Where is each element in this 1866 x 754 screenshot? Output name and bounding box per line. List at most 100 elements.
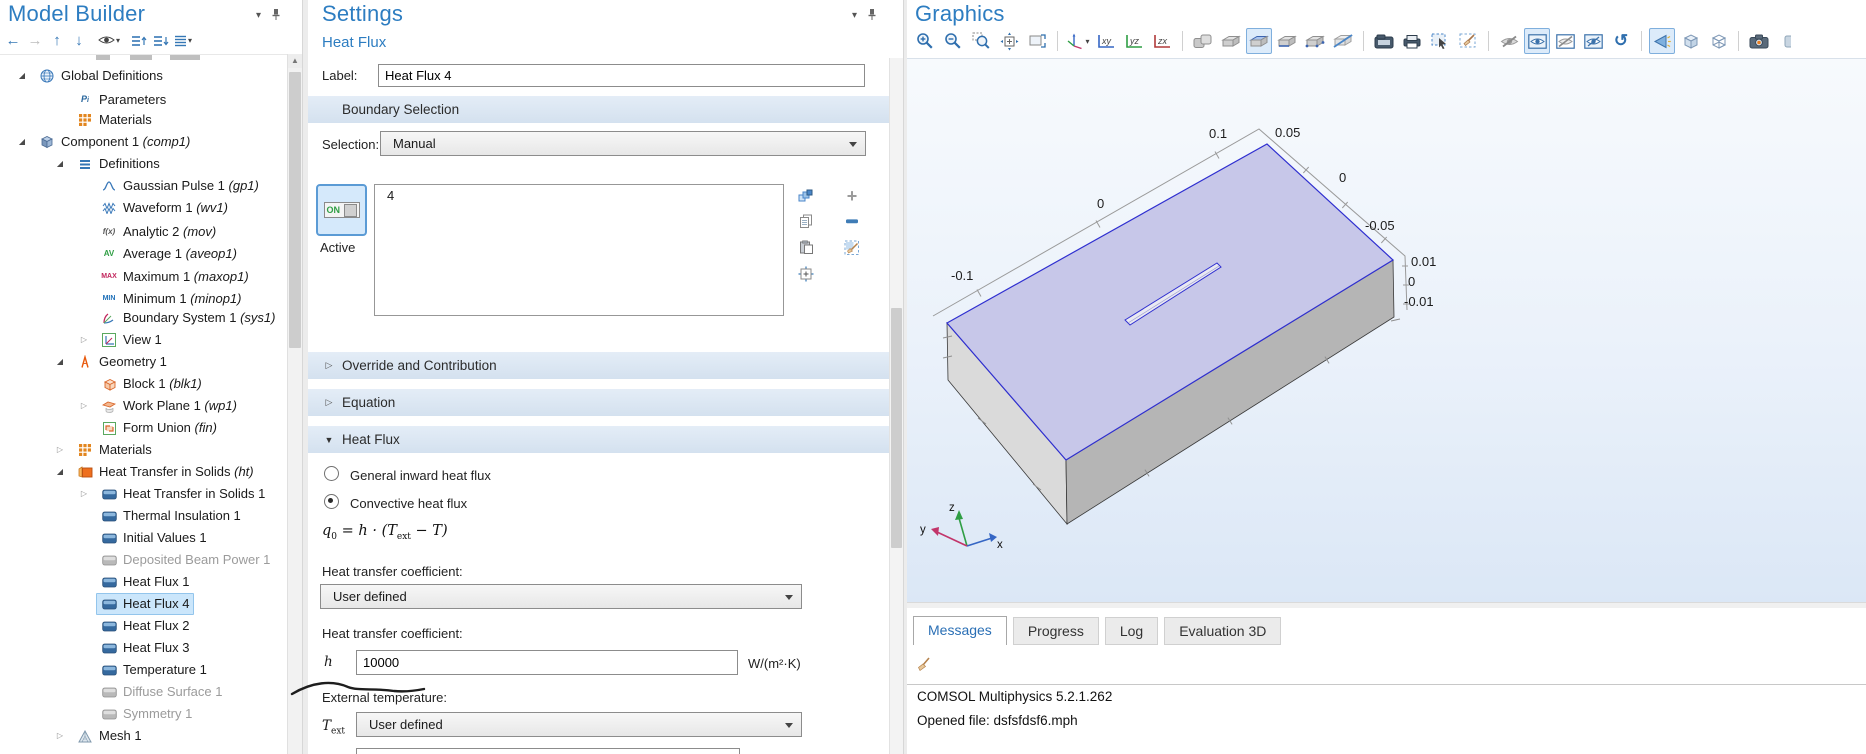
add-to-selection-button[interactable]: + bbox=[842, 186, 862, 205]
tree-node-definitions[interactable]: ◢Definitions bbox=[0, 153, 288, 175]
wireframe-button[interactable] bbox=[1705, 28, 1731, 54]
tree-node-component-1[interactable]: ◢Component 1 (comp1) bbox=[0, 131, 288, 153]
label-input[interactable] bbox=[378, 64, 865, 87]
select-objects-button[interactable] bbox=[1190, 28, 1216, 54]
tree-node-maximum-1[interactable]: MAXMaximum 1 (maxop1) bbox=[0, 263, 288, 285]
expander-open-icon[interactable]: ◢ bbox=[16, 131, 28, 153]
go-to-yz-view-button[interactable]: yz bbox=[1121, 28, 1147, 54]
print-button[interactable] bbox=[1399, 28, 1425, 54]
go-to-default-view-button[interactable] bbox=[1024, 28, 1050, 54]
transparency-button[interactable] bbox=[1677, 28, 1703, 54]
model-tree-node-text-button[interactable]: ▾ bbox=[172, 29, 194, 51]
tab-messages[interactable]: Messages bbox=[913, 616, 1007, 645]
go-to-xy-view-button[interactable]: xy bbox=[1093, 28, 1119, 54]
tree-node-waveform-1[interactable]: Waveform 1 (wv1) bbox=[0, 197, 288, 219]
boundary-selection-list[interactable]: 4 bbox=[374, 184, 784, 316]
image-snapshot-button[interactable] bbox=[1371, 28, 1397, 54]
zoom-extents-button[interactable] bbox=[996, 28, 1022, 54]
select-edges-button[interactable] bbox=[1274, 28, 1300, 54]
expander-closed-icon[interactable]: ▷ bbox=[78, 483, 90, 505]
tab-evaluation-3d[interactable]: Evaluation 3D bbox=[1164, 617, 1281, 645]
tree-node-heat-transfer-in-solids-1[interactable]: ▷Heat Transfer in Solids 1 bbox=[0, 483, 288, 505]
expander-closed-icon[interactable]: ▷ bbox=[54, 725, 66, 747]
zoom-to-selection-button[interactable] bbox=[796, 264, 816, 283]
tree-node-view-1[interactable]: ▷View 1 bbox=[0, 329, 288, 351]
radio-general-inward-heat-flux[interactable] bbox=[324, 466, 339, 481]
tree-node-materials[interactable]: ▷Materials bbox=[0, 439, 288, 461]
tree-node-global-definitions[interactable]: ◢Global Definitions bbox=[0, 65, 288, 87]
clear-messages-button[interactable] bbox=[913, 655, 933, 674]
external-temperature-dropdown[interactable]: User defined bbox=[356, 712, 802, 737]
view-hidden-button[interactable] bbox=[1552, 28, 1578, 54]
snapshot-camera-button[interactable] bbox=[1746, 28, 1772, 54]
tree-node-minimum-1[interactable]: MINMinimum 1 (minop1) bbox=[0, 285, 288, 307]
zoom-out-button[interactable] bbox=[940, 28, 966, 54]
expander-open-icon[interactable]: ◢ bbox=[16, 65, 28, 87]
reset-hiding-button[interactable]: ↺ bbox=[1608, 28, 1634, 54]
show-hidden-button[interactable] bbox=[1580, 28, 1606, 54]
tree-node-heat-flux-4[interactable]: Heat Flux 4 bbox=[0, 593, 288, 615]
collapse-all-button[interactable] bbox=[128, 29, 150, 51]
tree-node-thermal-insulation-1[interactable]: Thermal Insulation 1 bbox=[0, 505, 288, 527]
paste-selection-button[interactable] bbox=[796, 238, 816, 257]
scrollbar-thumb[interactable] bbox=[289, 72, 301, 348]
tree-node-heat-flux-3[interactable]: Heat Flux 3 bbox=[0, 637, 288, 659]
tree-node-average-1[interactable]: AVAverage 1 (aveop1) bbox=[0, 241, 288, 263]
section-equation[interactable]: ▷ Equation bbox=[308, 389, 891, 416]
show-button[interactable]: ▾ bbox=[98, 29, 120, 51]
remove-from-selection-button[interactable] bbox=[842, 212, 862, 231]
section-override[interactable]: ▷ Override and Contribution bbox=[308, 352, 891, 379]
clipped-toolbar-icon-button[interactable] bbox=[1774, 28, 1800, 54]
clear-selection-button[interactable] bbox=[1455, 28, 1481, 54]
tree-node-temperature-1[interactable]: Temperature 1 bbox=[0, 659, 288, 681]
move-down-button[interactable]: ↓ bbox=[68, 29, 90, 51]
tree-node-heat-flux-1[interactable]: Heat Flux 1 bbox=[0, 571, 288, 593]
selection-dropdown[interactable]: Manual bbox=[380, 131, 866, 156]
tree-node-mesh-1[interactable]: ▷Mesh 1 bbox=[0, 725, 288, 747]
scene-light-button[interactable] bbox=[1649, 28, 1675, 54]
model-tree-scrollbar[interactable]: ▲ bbox=[287, 54, 302, 754]
select-box-button[interactable] bbox=[1427, 28, 1453, 54]
active-selection-toggle[interactable]: ON bbox=[316, 184, 367, 236]
scrollbar-up-icon[interactable]: ▲ bbox=[288, 54, 302, 68]
expander-open-icon[interactable]: ◢ bbox=[54, 461, 66, 483]
hide-selected-button[interactable] bbox=[1496, 28, 1522, 54]
tree-node-heat-flux-2[interactable]: Heat Flux 2 bbox=[0, 615, 288, 637]
select-none-button[interactable] bbox=[1330, 28, 1356, 54]
select-domains-button[interactable] bbox=[1218, 28, 1244, 54]
chevron-down-icon[interactable]: ▾ bbox=[852, 11, 857, 21]
create-selection-button[interactable] bbox=[796, 186, 816, 205]
graphics-viewport[interactable]: -0.100.10.050-0.050.010-0.01 y z x bbox=[907, 58, 1866, 603]
chevron-down-icon[interactable]: ▾ bbox=[256, 11, 261, 21]
pin-icon[interactable] bbox=[867, 8, 877, 24]
go-to-zx-view-button[interactable]: zx bbox=[1149, 28, 1175, 54]
tree-node-work-plane-1[interactable]: ▷Work Plane 1 (wp1) bbox=[0, 395, 288, 417]
forward-button[interactable]: → bbox=[24, 29, 46, 51]
tab-progress[interactable]: Progress bbox=[1013, 617, 1099, 645]
tree-node-diffuse-surface-1[interactable]: Diffuse Surface 1 bbox=[0, 681, 288, 703]
selection-entry[interactable]: 4 bbox=[375, 185, 783, 206]
copy-selection-button[interactable] bbox=[796, 212, 816, 231]
clear-selection-button[interactable] bbox=[842, 238, 862, 257]
tree-node-block-1[interactable]: Block 1 (blk1) bbox=[0, 373, 288, 395]
coefficient-dropdown[interactable]: User defined bbox=[320, 584, 802, 609]
select-boundaries-button[interactable] bbox=[1246, 28, 1272, 54]
tree-node-analytic-2[interactable]: f(x)Analytic 2 (mov) bbox=[0, 219, 288, 241]
expander-open-icon[interactable]: ◢ bbox=[54, 351, 66, 373]
tab-log[interactable]: Log bbox=[1105, 617, 1158, 645]
tree-node-form-union[interactable]: Form Union (fin) bbox=[0, 417, 288, 439]
tree-node-boundary-system-1[interactable]: Boundary System 1 (sys1) bbox=[0, 307, 288, 329]
zoom-box-button[interactable] bbox=[968, 28, 994, 54]
messages-log[interactable]: COMSOL Multiphysics 5.2.1.262Opened file… bbox=[907, 684, 1866, 754]
tree-node-parameters[interactable]: PiParameters bbox=[0, 87, 288, 109]
zoom-in-button[interactable] bbox=[912, 28, 938, 54]
tree-node-symmetry-1[interactable]: Symmetry 1 bbox=[0, 703, 288, 725]
expander-closed-icon[interactable]: ▷ bbox=[78, 395, 90, 417]
expander-closed-icon[interactable]: ▷ bbox=[78, 329, 90, 351]
move-up-button[interactable]: ↑ bbox=[46, 29, 68, 51]
settings-scrollbar[interactable] bbox=[889, 58, 903, 754]
view-orientation-button[interactable]: ▾ bbox=[1065, 28, 1091, 54]
tree-node-heat-transfer-in-solids[interactable]: ◢Heat Transfer in Solids (ht) bbox=[0, 461, 288, 483]
section-heat-flux[interactable]: ▼ Heat Flux bbox=[308, 426, 891, 453]
tree-node-deposited-beam-power-1[interactable]: Deposited Beam Power 1 bbox=[0, 549, 288, 571]
